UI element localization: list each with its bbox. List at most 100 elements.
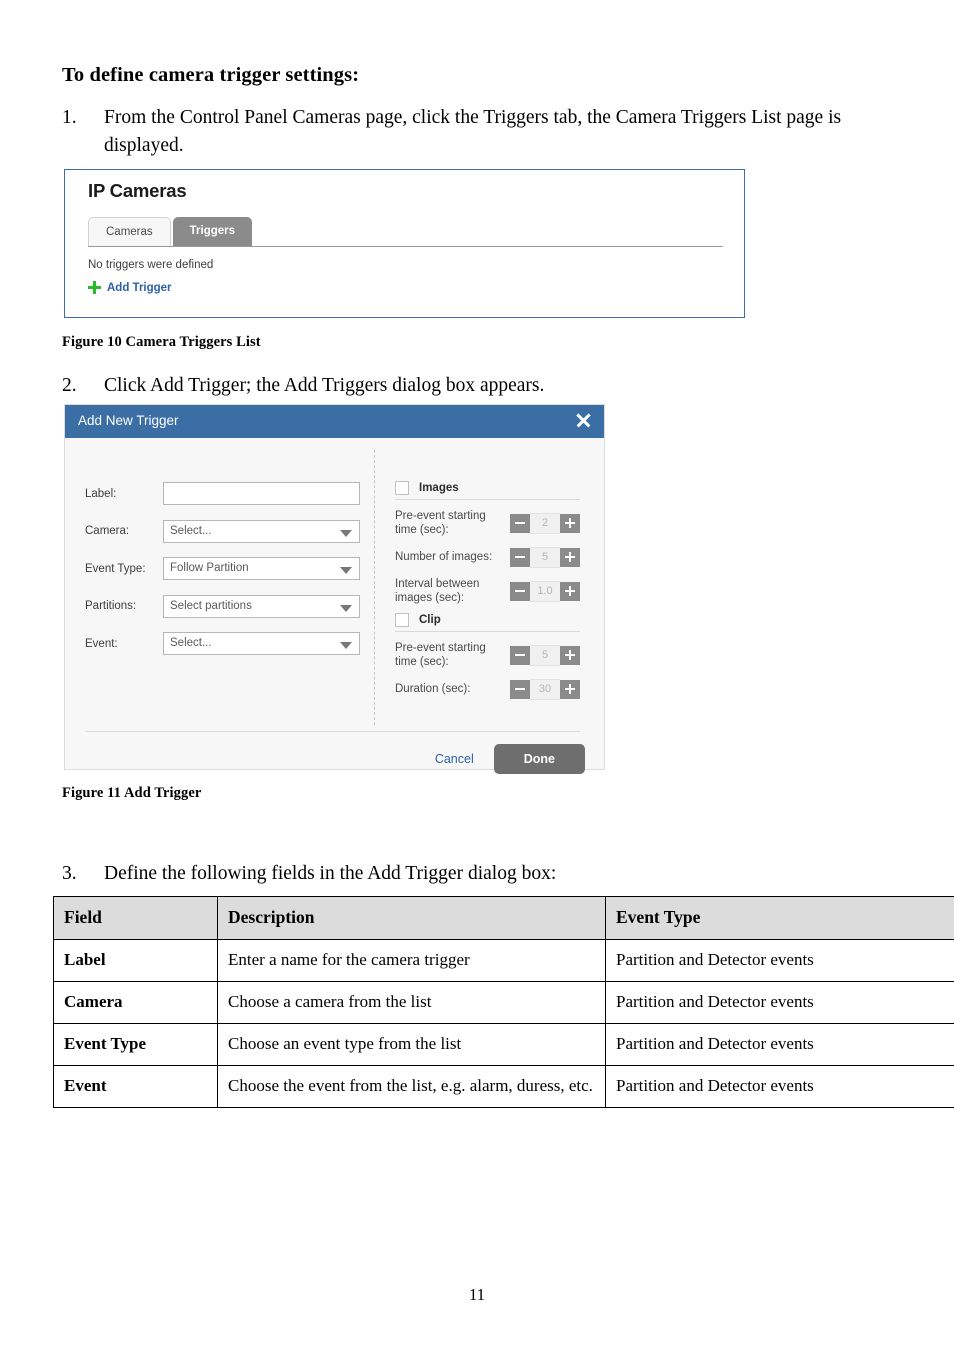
clip-pre-event-value[interactable]: 5 <box>530 644 560 666</box>
close-icon[interactable] <box>574 411 592 429</box>
decrement-icon[interactable] <box>510 547 530 567</box>
dialog-form-left: Label: Camera: Select... Event Type: Fol… <box>85 481 360 669</box>
dialog-title: Add New Trigger <box>78 413 179 428</box>
header-event-type: Event Type <box>605 896 954 940</box>
table-row: Event Choose the event from the list, e.… <box>53 1065 954 1109</box>
camera-field-label: Camera: <box>85 525 130 537</box>
step-3-text: Define the following fields in the Add T… <box>104 863 557 884</box>
decrement-icon[interactable] <box>510 513 530 533</box>
clip-section-rule <box>395 631 580 632</box>
dialog-footer: Cancel Done <box>435 744 585 774</box>
table-row: Label Enter a name for the camera trigge… <box>53 938 954 982</box>
label-input[interactable] <box>163 482 360 505</box>
cell-event-type: Partition and Detector events <box>605 980 954 1025</box>
form-row-camera: Camera: Select... <box>85 519 360 544</box>
step-2-number: 2. <box>62 375 77 396</box>
event-type-field-label: Event Type: <box>85 562 146 575</box>
increment-icon[interactable] <box>560 645 580 665</box>
images-pre-event-label: Pre-event starting time (sec): <box>395 510 486 536</box>
interval-between-images-value[interactable]: 1.0 <box>530 580 560 602</box>
figure-10-caption: Figure 10 Camera Triggers List <box>62 334 261 350</box>
table-row: Event Type Choose an event type from the… <box>53 1023 954 1067</box>
header-description: Description <box>217 896 606 940</box>
add-trigger-row[interactable]: Add Trigger <box>88 281 172 294</box>
chevron-down-icon <box>340 604 352 612</box>
images-section-header[interactable]: Images <box>395 481 580 495</box>
header-field: Field <box>53 896 218 940</box>
images-section-rule <box>395 499 580 500</box>
increment-icon[interactable] <box>560 581 580 601</box>
form-row-label: Label: <box>85 481 360 506</box>
clip-duration-value[interactable]: 30 <box>530 678 560 700</box>
ip-cameras-heading: IP Cameras <box>88 180 187 201</box>
clip-pre-event-stepper[interactable]: 5 <box>510 644 580 666</box>
cell-description: Choose the event from the list, e.g. ala… <box>217 1065 606 1109</box>
add-trigger-link[interactable]: Add Trigger <box>107 282 172 294</box>
cell-event-type: Partition and Detector events <box>605 1023 954 1067</box>
done-button[interactable]: Done <box>493 744 585 774</box>
chevron-down-icon <box>340 567 352 574</box>
event-type-select[interactable]: Follow Partition <box>163 557 360 580</box>
images-section-title: Images <box>419 482 459 494</box>
document-page: To define camera trigger settings: 1. Fr… <box>0 0 954 1352</box>
camera-select-value: Select... <box>170 524 212 537</box>
clip-pre-event-label: Pre-event starting time (sec): <box>395 642 486 668</box>
figure-11-caption: Figure 11 Add Trigger <box>62 785 202 801</box>
form-row-partitions: Partitions: Select partitions <box>85 594 360 619</box>
label-field-label: Label: <box>85 487 117 500</box>
event-select-value: Select... <box>170 637 212 649</box>
number-of-images-value[interactable]: 5 <box>530 546 560 568</box>
increment-icon[interactable] <box>560 679 580 699</box>
camera-select[interactable]: Select... <box>163 519 360 543</box>
images-pre-event-value[interactable]: 2 <box>530 512 560 534</box>
partitions-select[interactable]: Select partitions <box>163 594 360 618</box>
decrement-icon[interactable] <box>510 645 530 665</box>
dialog-form-right: Images Pre-event starting time (sec): 2 … <box>395 481 580 707</box>
step-3: 3. Define the following fields in the Ad… <box>62 860 862 888</box>
step-2: 2. Click Add Trigger; the Add Triggers d… <box>62 372 862 400</box>
cell-field: Camera <box>53 980 218 1025</box>
clip-section-title: Clip <box>419 614 441 626</box>
increment-icon[interactable] <box>560 513 580 533</box>
step-1-number: 1. <box>62 107 77 128</box>
no-triggers-message: No triggers were defined <box>88 259 214 271</box>
page-number: 11 <box>468 1285 486 1304</box>
number-of-images-stepper[interactable]: 5 <box>510 546 580 568</box>
clip-section-header[interactable]: Clip <box>395 613 580 627</box>
tab-triggers[interactable]: Triggers <box>172 217 253 246</box>
dialog-body: Label: Camera: Select... Event Type: Fol… <box>65 438 604 774</box>
clip-duration-stepper[interactable]: 30 <box>510 678 580 700</box>
increment-icon[interactable] <box>560 547 580 567</box>
dialog-titlebar: Add New Trigger <box>65 405 604 438</box>
cancel-button[interactable]: Cancel <box>435 752 474 766</box>
images-pre-event-stepper[interactable]: 2 <box>510 512 580 534</box>
event-field-label: Event: <box>85 637 118 650</box>
event-type-select-value: Follow Partition <box>170 562 249 574</box>
clip-duration-row: Duration (sec): 30 <box>395 673 580 705</box>
number-of-images-label: Number of images: <box>395 551 493 563</box>
step-3-number: 3. <box>62 863 77 884</box>
table-row: Camera Choose a camera from the list Par… <box>53 980 954 1025</box>
interval-between-images-stepper[interactable]: 1.0 <box>510 580 580 602</box>
clip-checkbox-icon[interactable] <box>395 613 409 627</box>
form-row-event-type: Event Type: Follow Partition <box>85 556 360 581</box>
page-title: To define camera trigger settings: <box>62 64 360 86</box>
partitions-select-value: Select partitions <box>170 599 252 612</box>
images-pre-event-row: Pre-event starting time (sec): 2 <box>395 507 580 539</box>
partitions-field-label: Partitions: <box>85 600 137 612</box>
tab-underline <box>88 246 723 247</box>
chevron-down-icon <box>340 642 352 649</box>
decrement-icon[interactable] <box>510 581 530 601</box>
step-2-text: Click Add Trigger; the Add Triggers dial… <box>104 375 545 396</box>
interval-between-images-row: Interval between images (sec): 1.0 <box>395 575 580 607</box>
dialog-vertical-divider <box>374 450 375 725</box>
tab-cameras[interactable]: Cameras <box>88 217 171 246</box>
images-checkbox-icon[interactable] <box>395 481 409 495</box>
event-select[interactable]: Select... <box>163 632 360 655</box>
clip-duration-label: Duration (sec): <box>395 683 471 695</box>
table-header-row: Field Description Event Type <box>53 896 954 940</box>
interval-between-images-label: Interval between images (sec): <box>395 578 480 604</box>
decrement-icon[interactable] <box>510 679 530 699</box>
cell-event-type: Partition and Detector events <box>605 938 954 982</box>
clip-pre-event-row: Pre-event starting time (sec): 5 <box>395 639 580 671</box>
